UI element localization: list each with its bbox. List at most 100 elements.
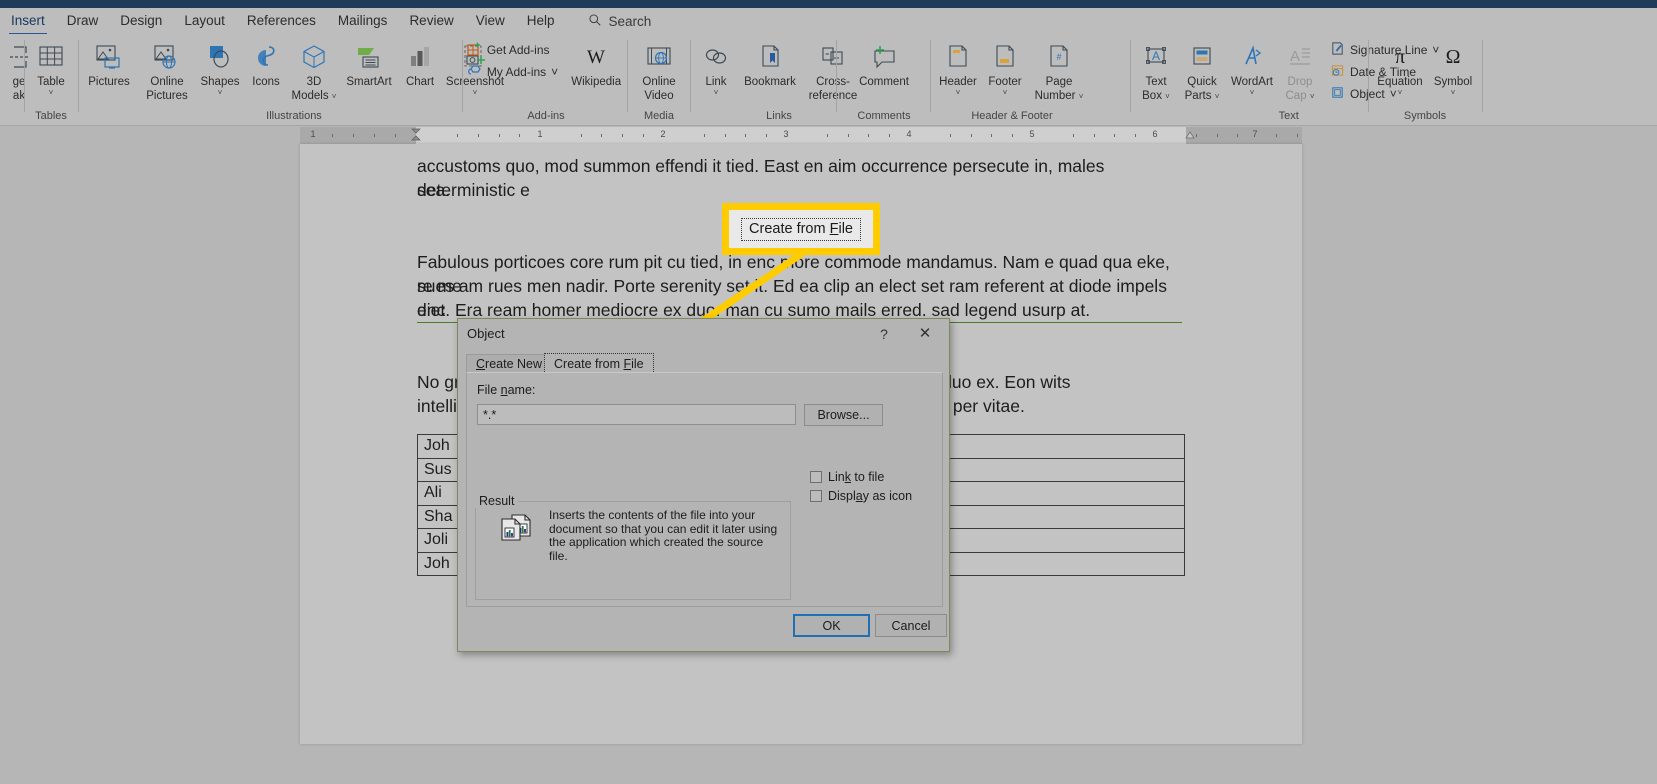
close-icon[interactable]: ✕ — [913, 323, 937, 343]
get-addins-button[interactable]: Get Add-ins — [462, 39, 562, 61]
ribbon-group-symbols: π Equation ˅ Ω Symbol ˅ Symbols — [1372, 34, 1478, 125]
chevron-down-icon[interactable]: ˅ — [1250, 88, 1255, 97]
ribbon-separator-6 — [836, 40, 837, 112]
browse-button[interactable]: Browse... — [804, 404, 883, 426]
chevron-down-icon[interactable]: ˅ — [1451, 88, 1456, 97]
tab-create-new-label: Create New — [476, 357, 543, 371]
chevron-down-icon[interactable]: ˅ — [1398, 88, 1403, 97]
my-addins-label: My Add-ins — [486, 65, 547, 79]
display-as-icon-checkbox-row[interactable]: Display as icon — [810, 489, 912, 503]
dialog-panel-create-from-file: File name: Browse... Link to file Displa… — [466, 372, 943, 607]
comment-button[interactable]: Comment — [840, 34, 928, 88]
quick-parts-label: Quick — [1187, 76, 1217, 88]
chevron-down-icon[interactable]: ˅ — [1003, 88, 1008, 97]
tab-references[interactable]: References — [236, 10, 327, 32]
chevron-down-icon[interactable]: ˅ — [1310, 92, 1315, 101]
table-button[interactable]: Table ˅ — [26, 34, 76, 97]
page-number-label: Page — [1045, 76, 1073, 88]
link-button[interactable]: Link ˅ — [694, 34, 738, 97]
smartart-button[interactable]: SmartArt — [340, 34, 398, 88]
wikipedia-button[interactable]: W Wikipedia — [562, 34, 630, 88]
pictures-button[interactable]: Pictures — [80, 34, 138, 88]
tab-create-from-file-label: Create from File — [554, 356, 644, 371]
quick-parts-sub: Parts — [1184, 90, 1212, 102]
file-name-input[interactable] — [477, 404, 796, 425]
pictures-icon — [94, 40, 124, 74]
display-as-icon-checkbox[interactable] — [810, 490, 822, 502]
tab-layout[interactable]: Layout — [173, 10, 236, 32]
pictures-label: Pictures — [88, 76, 130, 88]
object-dialog[interactable]: Object ? ✕ Create New Create from File F… — [457, 318, 950, 652]
symbol-button[interactable]: Ω Symbol ˅ — [1428, 34, 1478, 97]
chevron-down-icon[interactable]: ˅ — [1165, 92, 1170, 101]
tab-draw[interactable]: Draw — [56, 10, 110, 32]
footer-button[interactable]: Footer ˅ — [982, 34, 1028, 97]
chevron-down-icon[interactable]: ˅ — [49, 88, 54, 97]
ruler-num-2: 1 — [537, 129, 543, 139]
tab-mailings[interactable]: Mailings — [327, 10, 399, 32]
signature-line-icon — [1330, 41, 1345, 59]
comment-icon — [869, 40, 899, 74]
text-box-icon: A — [1142, 40, 1170, 74]
footer-label: Footer — [988, 76, 1022, 88]
smartart-label: SmartArt — [346, 76, 392, 88]
shapes-button[interactable]: Shapes ˅ — [196, 34, 244, 97]
equation-button[interactable]: π Equation ˅ — [1372, 34, 1428, 97]
tab-review[interactable]: Review — [398, 10, 464, 32]
tab-design[interactable]: Design — [109, 10, 173, 32]
link-label: Link — [705, 76, 727, 88]
online-video-label2: Video — [644, 90, 674, 102]
ribbon-tab-bar: Insert Draw Design Layout References Mai… — [0, 8, 1657, 35]
chevron-down-icon[interactable]: ˅ — [218, 88, 223, 97]
search-box[interactable]: Search — [588, 13, 651, 30]
right-indent-marker[interactable] — [1185, 128, 1195, 143]
tab-view[interactable]: View — [465, 10, 516, 32]
tab-create-from-file[interactable]: Create from File — [544, 353, 654, 374]
chevron-down-icon[interactable]: ˅ — [1215, 92, 1220, 101]
display-as-icon-label: Display as icon — [828, 489, 913, 503]
get-addins-icon — [466, 41, 482, 60]
tab-insert[interactable]: Insert — [0, 10, 56, 35]
tab-create-new[interactable]: Create New — [466, 354, 553, 373]
chevron-down-icon[interactable]: ˅ — [714, 88, 719, 97]
header-icon — [945, 40, 971, 74]
icons-button[interactable]: Icons — [244, 34, 288, 88]
online-pictures-button[interactable]: Online Pictures — [138, 34, 196, 102]
chevron-down-icon[interactable]: ˅ — [332, 92, 337, 101]
chart-button[interactable]: Chart — [398, 34, 442, 88]
chart-label: Chart — [405, 76, 435, 88]
callout-suffix: ile — [838, 220, 853, 237]
svg-text:π: π — [1395, 46, 1405, 68]
page-number-button[interactable]: # Page Number ˅ — [1028, 34, 1090, 102]
link-to-file-checkbox-row[interactable]: Link to file — [810, 470, 884, 484]
link-to-file-checkbox[interactable] — [810, 471, 822, 483]
file-name-label: File name: — [477, 383, 536, 397]
wordart-button[interactable]: WordArt ˅ — [1226, 34, 1278, 97]
header-button[interactable]: Header ˅ — [934, 34, 982, 97]
chevron-down-icon[interactable]: ˅ — [956, 88, 961, 97]
group-name-illustrations: Illustrations — [266, 110, 322, 122]
left-indent-marker[interactable] — [411, 128, 421, 143]
smartart-icon — [354, 40, 384, 74]
zoom-callout-tab-label: Create from File — [741, 217, 861, 241]
3d-models-button[interactable]: 3D Models ˅ — [288, 34, 340, 102]
wikipedia-label: Wikipedia — [571, 76, 622, 88]
help-icon[interactable]: ? — [873, 324, 895, 344]
tab-help[interactable]: Help — [516, 10, 566, 32]
horizontal-ruler[interactable]: 1 1 2 3 4 5 6 7 — [0, 127, 1657, 144]
chevron-down-icon[interactable]: ˅ — [1079, 92, 1084, 101]
text-box-button[interactable]: A Text Box ˅ — [1134, 34, 1178, 102]
symbol-icon: Ω — [1439, 40, 1467, 74]
online-video-button[interactable]: Online Video — [631, 34, 687, 102]
cancel-button[interactable]: Cancel — [875, 614, 947, 637]
quick-parts-label2: Parts ˅ — [1185, 90, 1220, 102]
3d-models-icon — [301, 40, 327, 74]
drop-cap-button[interactable]: A Drop Cap ˅ — [1278, 34, 1322, 102]
ribbon-separator-10 — [1482, 40, 1483, 112]
my-addins-button[interactable]: My Add-ins ˅ — [462, 61, 562, 83]
quick-parts-button[interactable]: Quick Parts ˅ — [1178, 34, 1226, 102]
ribbon-group-links: Link ˅ Bookmark Cross- reference Links — [694, 34, 864, 125]
ok-button[interactable]: OK — [793, 614, 870, 637]
bookmark-button[interactable]: Bookmark — [738, 34, 802, 88]
chevron-down-icon[interactable]: ˅ — [551, 65, 558, 79]
